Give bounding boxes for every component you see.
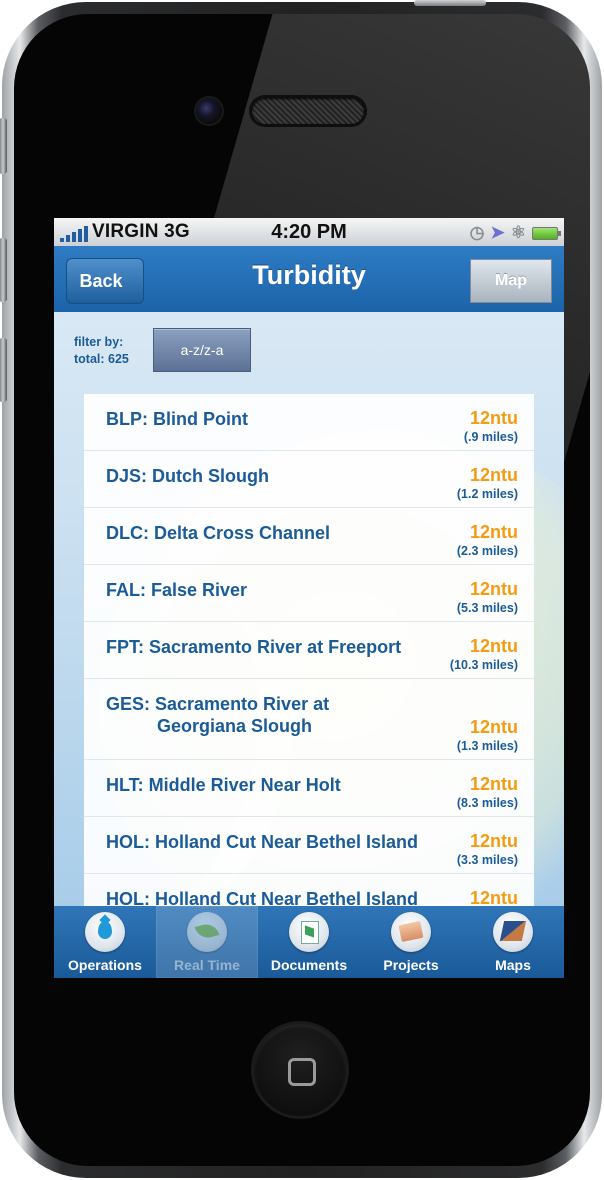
distance: (.9 miles) [463, 430, 518, 444]
earpiece-speaker [252, 98, 364, 124]
distance: (1.2 miles) [456, 487, 518, 501]
rotation-lock-icon: ⚛ [510, 223, 526, 242]
app-screen: VIRGIN 3G 4:20 PM ◷ ➤ ⚛ Back Turbidity M… [54, 218, 564, 978]
turbidity-value: 12ntu [469, 408, 518, 428]
home-button[interactable] [254, 1024, 346, 1116]
station-name: DJS: Dutch Slough [106, 466, 269, 486]
turbidity-value: 12ntu [469, 579, 518, 599]
station-list[interactable]: BLP: Blind Point 12ntu (.9 miles) DJS: D… [84, 394, 534, 906]
content-area: filter by: total: 625 a-z/z-a BLP: Blind… [54, 312, 564, 906]
turbidity-value: 12ntu [469, 831, 518, 851]
distance: (10.3 miles) [449, 658, 518, 672]
list-item[interactable]: GES: Sacramento River at Georgiana Slough… [84, 679, 534, 760]
tab-label: Documents [270, 957, 348, 973]
folder-icon [391, 912, 431, 952]
list-item[interactable]: HLT: Middle River Near Holt 12ntu (8.3 m… [84, 760, 534, 817]
sort-toggle-button[interactable]: a-z/z-a [153, 328, 251, 372]
leaf-icon [187, 912, 227, 952]
distance: (5.3 miles) [456, 601, 518, 615]
power-button [414, 0, 486, 6]
distance: (2.3 miles) [456, 544, 518, 558]
distance: (1.3 miles) [456, 739, 518, 753]
station-name: FAL: False River [106, 580, 248, 600]
tab-operations[interactable]: Operations [54, 906, 156, 978]
total-count: total: 625 [74, 352, 129, 366]
water-drop-icon [85, 912, 125, 952]
turbidity-value: 12ntu [469, 717, 518, 737]
turbidity-value: 12ntu [469, 774, 518, 794]
distance: (3.3 miles) [456, 853, 518, 867]
list-item[interactable]: FAL: False River 12ntu (5.3 miles) [84, 565, 534, 622]
tab-label: Operations [68, 957, 142, 973]
station-name: GES: Sacramento River at Georgiana Slough [106, 694, 330, 736]
volume-down-button [0, 338, 7, 402]
list-item[interactable]: HOL: Holland Cut Near Bethel Island 12nt… [84, 817, 534, 874]
turbidity-value: 12ntu [469, 465, 518, 485]
tab-documents[interactable]: Documents [258, 906, 360, 978]
location-arrow-icon: ➤ [490, 223, 505, 242]
home-square-icon [288, 1058, 316, 1086]
tab-label: Real Time [174, 957, 240, 973]
status-icons: ◷ ➤ ⚛ [469, 223, 561, 243]
tab-bar: Operations Real Time Documents Projects … [54, 906, 564, 978]
filter-info: filter by: total: 625 [74, 334, 129, 368]
turbidity-value: 12ntu [469, 522, 518, 542]
front-camera [196, 98, 222, 124]
battery-icon [532, 226, 561, 240]
station-name: FPT: Sacramento River at Freeport [106, 637, 402, 657]
navigation-bar: Back Turbidity Map [54, 246, 564, 312]
volume-up-button [0, 238, 7, 302]
map-button[interactable]: Map [470, 259, 552, 303]
tab-real-time[interactable]: Real Time [156, 906, 258, 978]
map-icon [493, 912, 533, 952]
station-name: DLC: Delta Cross Channel [106, 523, 331, 543]
status-bar: VIRGIN 3G 4:20 PM ◷ ➤ ⚛ [54, 218, 564, 246]
tab-label: Projects [383, 957, 439, 973]
mute-switch [0, 118, 7, 174]
station-name: BLP: Blind Point [106, 409, 248, 429]
turbidity-value: 12ntu [469, 636, 518, 656]
turbidity-value: 12ntu [469, 888, 518, 906]
list-item[interactable]: BLP: Blind Point 12ntu (.9 miles) [84, 394, 534, 451]
distance: (8.3 miles) [456, 796, 518, 810]
clock-icon: ◷ [469, 223, 485, 242]
list-item[interactable]: DLC: Delta Cross Channel 12ntu (2.3 mile… [84, 508, 534, 565]
filter-label: filter by: [74, 335, 124, 349]
station-name: HLT: Middle River Near Holt [106, 775, 341, 795]
list-item[interactable]: FPT: Sacramento River at Freeport 12ntu … [84, 622, 534, 679]
list-item[interactable]: HOL: Holland Cut Near Bethel Island 12nt… [84, 874, 534, 906]
list-item[interactable]: DJS: Dutch Slough 12ntu (1.2 miles) [84, 451, 534, 508]
station-name: HOL: Holland Cut Near Bethel Island [106, 889, 419, 906]
station-name: HOL: Holland Cut Near Bethel Island [106, 832, 419, 852]
tab-projects[interactable]: Projects [360, 906, 462, 978]
tab-maps[interactable]: Maps [462, 906, 564, 978]
tab-label: Maps [495, 957, 531, 973]
document-icon [289, 912, 329, 952]
